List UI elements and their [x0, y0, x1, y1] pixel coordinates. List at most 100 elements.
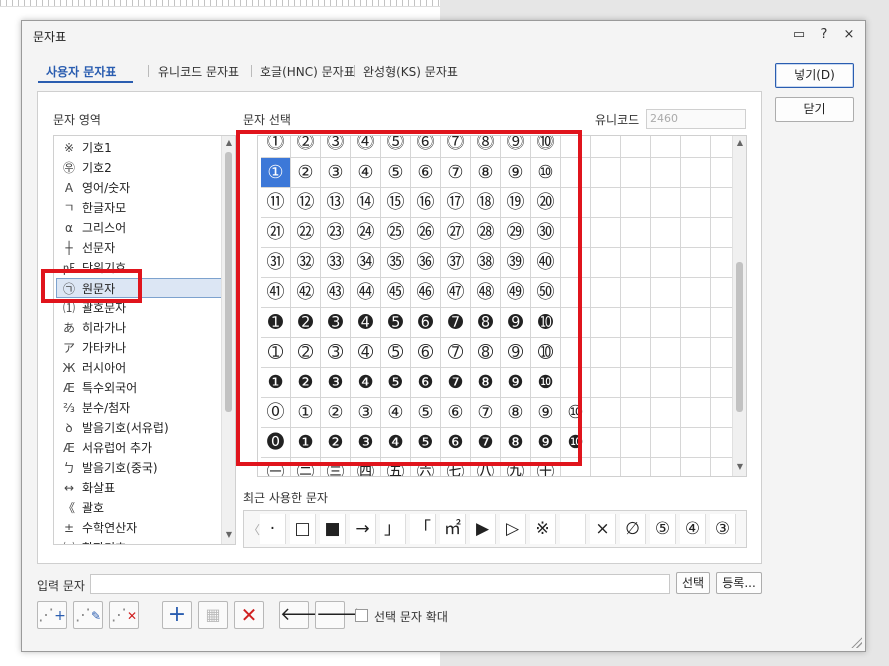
enlarge-checkbox[interactable]: [355, 609, 368, 622]
category-list[interactable]: ㈠ 한자기호 ± 수학연산자 《 괄호 ↔ 화살표 ㄅ 발음기호(중국) Æ 서유럽어 추가 ꝺ 발음기호…: [53, 135, 236, 545]
category-item[interactable]: ± 수학연산자: [60, 518, 225, 538]
char-cell[interactable]: [621, 278, 651, 308]
char-cell[interactable]: [651, 428, 681, 458]
category-item[interactable]: ㈠ 한자기호: [60, 538, 225, 544]
category-item[interactable]: Æ 특수외국어: [60, 378, 225, 398]
char-cell[interactable]: [591, 158, 621, 188]
recent-char-cell[interactable]: ■: [320, 514, 346, 544]
recent-char-cell[interactable]: ×: [590, 514, 616, 544]
char-cell[interactable]: [621, 248, 651, 278]
category-item[interactable]: ⅔ 분수/첨자: [60, 398, 225, 418]
char-cell[interactable]: [621, 428, 651, 458]
scroll-up-arrow[interactable]: ▲: [735, 138, 745, 150]
char-cell[interactable]: [681, 218, 711, 248]
category-item[interactable]: A 영어/숫자: [60, 178, 225, 198]
recent-char-cell[interactable]: →: [350, 514, 376, 544]
add-char-icon[interactable]: +: [162, 601, 192, 629]
char-cell[interactable]: [651, 248, 681, 278]
char-cell[interactable]: [591, 458, 621, 476]
char-cell[interactable]: [651, 368, 681, 398]
char-cell[interactable]: [681, 338, 711, 368]
category-item[interactable]: ┼ 선문자: [60, 238, 225, 258]
category-item[interactable]: あ 히라가나: [60, 318, 225, 338]
category-scrollbar[interactable]: ▲ ▼: [221, 136, 235, 544]
recent-char-cell[interactable]: ∅: [620, 514, 646, 544]
insert-button[interactable]: 넣기(D): [775, 63, 854, 88]
category-item[interactable]: ㄱ 한글자모: [60, 198, 225, 218]
category-item[interactable]: ㄅ 발음기호(중국): [60, 458, 225, 478]
char-cell[interactable]: [621, 308, 651, 338]
char-cell[interactable]: [681, 398, 711, 428]
close-button[interactable]: 닫기: [775, 97, 854, 122]
category-item[interactable]: 《 괄호: [60, 498, 225, 518]
char-cell[interactable]: [621, 136, 651, 158]
recent-char-cell[interactable]: ·: [260, 514, 286, 544]
recent-char-cell[interactable]: ▷: [500, 514, 526, 544]
recent-prev-icon[interactable]: 〈: [248, 521, 260, 538]
char-cell[interactable]: [651, 458, 681, 476]
scroll-up-arrow[interactable]: ▲: [224, 138, 234, 150]
char-cell[interactable]: [621, 158, 651, 188]
category-item[interactable]: ア 가타카나: [60, 338, 225, 358]
scroll-down-arrow[interactable]: ▼: [735, 462, 745, 474]
tab-unicode-charmap[interactable]: 유니코드 문자표: [158, 63, 239, 80]
scroll-thumb[interactable]: [736, 262, 743, 412]
select-button[interactable]: 선택: [676, 572, 710, 594]
category-item[interactable]: ㉾ 기호2: [60, 158, 225, 178]
char-cell[interactable]: [621, 218, 651, 248]
input-chars-field[interactable]: [90, 574, 670, 594]
char-cell[interactable]: [651, 278, 681, 308]
char-cell[interactable]: [651, 338, 681, 368]
tab-user-charmap[interactable]: 사용자 문자표: [46, 63, 116, 80]
char-cell[interactable]: [621, 338, 651, 368]
scroll-thumb[interactable]: [225, 152, 232, 412]
recent-char-cell[interactable]: 「: [410, 514, 436, 544]
recent-char-cell[interactable]: 」: [380, 514, 406, 544]
char-cell[interactable]: [681, 248, 711, 278]
recent-char-cell[interactable]: ③: [710, 514, 736, 544]
char-cell[interactable]: [681, 308, 711, 338]
char-cell[interactable]: [591, 398, 621, 428]
char-cell[interactable]: [681, 428, 711, 458]
char-cell[interactable]: [591, 308, 621, 338]
char-cell[interactable]: [621, 188, 651, 218]
add-user-set-icon[interactable]: ⋰+: [37, 601, 67, 629]
tab-hnc-charmap[interactable]: 호글(HNC) 문자표: [260, 63, 355, 80]
category-item[interactable]: ꝺ 발음기호(서유럽): [60, 418, 225, 438]
recent-char-cell[interactable]: [560, 514, 586, 544]
char-cell[interactable]: [591, 218, 621, 248]
char-cell[interactable]: [651, 398, 681, 428]
close-icon[interactable]: ×: [840, 26, 858, 44]
char-cell[interactable]: [681, 278, 711, 308]
help-icon[interactable]: ?: [815, 26, 833, 44]
recent-char-cell[interactable]: ㎡: [440, 514, 466, 544]
edit-user-set-icon[interactable]: ⋰✎: [73, 601, 103, 629]
char-cell[interactable]: [621, 398, 651, 428]
comment-icon[interactable]: ▭: [790, 26, 808, 44]
recent-char-cell[interactable]: ⑤: [650, 514, 676, 544]
recent-char-cell[interactable]: ④: [680, 514, 706, 544]
char-cell[interactable]: [681, 368, 711, 398]
char-cell[interactable]: [591, 338, 621, 368]
char-cell[interactable]: [651, 188, 681, 218]
recent-char-cell[interactable]: □: [290, 514, 316, 544]
category-item[interactable]: ↔ 화살표: [60, 478, 225, 498]
unicode-input[interactable]: 2460: [646, 109, 746, 129]
char-cell[interactable]: [621, 458, 651, 476]
move-left-icon[interactable]: 🡐: [279, 601, 328, 629]
char-cell[interactable]: [651, 308, 681, 338]
char-cell[interactable]: [591, 188, 621, 218]
char-cell[interactable]: [681, 158, 711, 188]
char-cell[interactable]: [651, 218, 681, 248]
char-cell[interactable]: [621, 368, 651, 398]
char-cell[interactable]: [681, 458, 711, 476]
category-item[interactable]: Æ 서유럽어 추가: [60, 438, 225, 458]
grid-scrollbar[interactable]: ▲ ▼: [732, 136, 746, 476]
char-cell[interactable]: [651, 136, 681, 158]
char-cell[interactable]: [651, 158, 681, 188]
delete-char-icon[interactable]: ✕: [234, 601, 264, 629]
resize-grip[interactable]: [850, 636, 862, 648]
register-button[interactable]: 등록...: [716, 572, 762, 594]
char-cell[interactable]: [591, 136, 621, 158]
char-cell[interactable]: [591, 368, 621, 398]
